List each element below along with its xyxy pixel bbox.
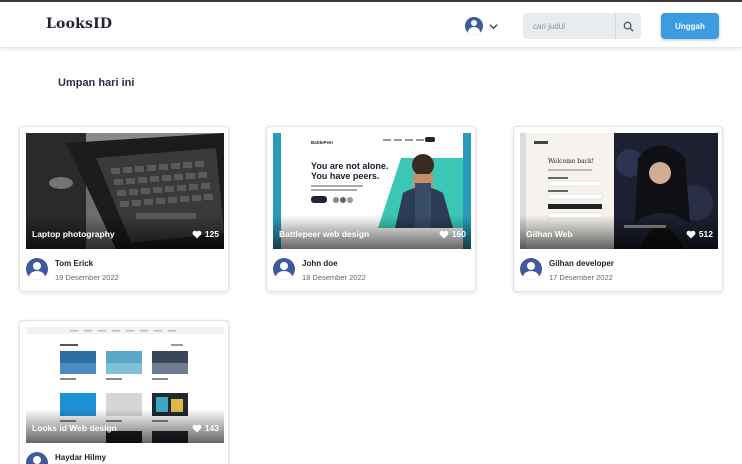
post-date: 18 Desember 2022 <box>302 273 366 282</box>
post-thumbnail[interactable]: Looks id Web design 143 <box>26 327 224 443</box>
post-date: 19 Desember 2022 <box>55 273 119 282</box>
post-thumbnail[interactable]: BattlePeer You are not alone. You have p… <box>273 133 471 249</box>
post-title: Looks id Web design <box>32 423 117 433</box>
author-avatar[interactable] <box>520 258 542 280</box>
user-avatar-icon[interactable] <box>465 17 483 35</box>
author-avatar[interactable] <box>273 258 295 280</box>
author-avatar[interactable] <box>26 452 48 464</box>
search-icon <box>623 21 634 32</box>
like-count-value: 125 <box>204 229 219 239</box>
search-input[interactable] <box>523 13 615 39</box>
upload-button[interactable]: Unggah <box>661 13 719 39</box>
like-count[interactable]: 512 <box>686 229 713 239</box>
heart-icon <box>192 424 202 432</box>
post-title: Gilhan Web <box>526 229 573 239</box>
feed-title: Umpan hari ini <box>58 77 135 89</box>
post-card[interactable]: Welcome back! Gilhan Web 512 Gilhan deve… <box>513 126 723 292</box>
profile-menu[interactable] <box>465 16 501 36</box>
chevron-down-icon[interactable] <box>489 22 498 31</box>
author-name[interactable]: Haydar Hilmy <box>55 453 106 462</box>
post-date: 17 Desember 2022 <box>549 273 613 282</box>
search-box <box>523 13 641 39</box>
battlepeer-logo: BattlePeer <box>311 140 334 145</box>
navbar: LooksID Unggah <box>0 2 742 48</box>
post-title: Battlepeer web design <box>279 229 370 239</box>
heart-icon <box>686 230 696 238</box>
post-thumbnail[interactable]: Laptop photography 125 <box>26 133 224 249</box>
battlepeer-headline-2: You have peers. <box>311 171 379 181</box>
author-name[interactable]: John doe <box>302 259 338 268</box>
post-title: Laptop photography <box>32 229 115 239</box>
author-name[interactable]: Gilhan developer <box>549 259 614 268</box>
like-count-value: 143 <box>204 423 219 433</box>
post-thumbnail[interactable]: Welcome back! Gilhan Web 512 <box>520 133 718 249</box>
heart-icon <box>439 230 449 238</box>
battlepeer-headline-1: You are not alone. <box>311 161 388 171</box>
like-count[interactable]: 143 <box>192 423 219 433</box>
like-count-value: 160 <box>451 229 466 239</box>
post-card[interactable]: Looks id Web design 143 Haydar Hilmy <box>19 320 229 464</box>
post-card[interactable]: BattlePeer You are not alone. You have p… <box>266 126 476 292</box>
search-button[interactable] <box>615 13 641 39</box>
like-count-value: 512 <box>698 229 713 239</box>
like-count[interactable]: 160 <box>439 229 466 239</box>
page: LooksID Unggah Umpan hari ini <box>0 0 742 464</box>
post-card[interactable]: Laptop photography 125 Tom Erick 19 Dese… <box>19 126 229 292</box>
heart-icon <box>192 230 202 238</box>
gilhan-welcome-text: Welcome back! <box>548 158 594 165</box>
author-name[interactable]: Tom Erick <box>55 259 93 268</box>
like-count[interactable]: 125 <box>192 229 219 239</box>
brand-logo[interactable]: LooksID <box>46 16 112 32</box>
author-avatar[interactable] <box>26 258 48 280</box>
